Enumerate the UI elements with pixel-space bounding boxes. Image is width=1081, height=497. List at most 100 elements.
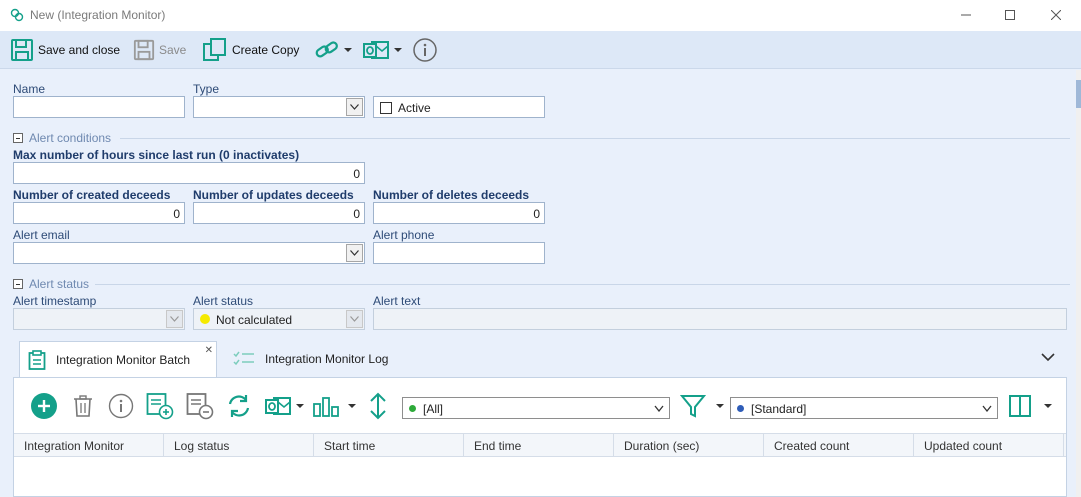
alert-status-select: Not calculated	[193, 308, 365, 330]
active-label: Active	[398, 101, 431, 115]
type-select[interactable]	[193, 96, 365, 118]
column-header[interactable]: Integration Monitor	[14, 434, 164, 456]
remove-related-button[interactable]	[186, 388, 214, 424]
checklist-icon	[233, 351, 254, 366]
title-bar: New (Integration Monitor)	[0, 0, 1081, 31]
alert-status-dropdown-button	[346, 310, 363, 328]
section-divider	[120, 138, 1070, 139]
status-dot-icon	[200, 314, 210, 324]
alert-email-dropdown-button[interactable]	[346, 244, 363, 262]
add-related-button[interactable]	[146, 388, 174, 424]
column-header[interactable]: Duration (sec)	[614, 434, 764, 456]
info-icon	[413, 38, 437, 62]
save-and-close-button[interactable]: Save and close	[10, 37, 120, 63]
created-label: Number of created deceeds	[13, 188, 171, 202]
scrollbar-thumb[interactable]	[1076, 80, 1081, 108]
info-panel-button[interactable]	[108, 388, 134, 424]
filter-button[interactable]	[680, 388, 724, 424]
create-copy-button[interactable]: Create Copy	[202, 37, 299, 63]
section-divider	[95, 284, 1070, 285]
collapse-tabs-button[interactable]	[1041, 351, 1055, 365]
create-copy-label: Create Copy	[232, 43, 300, 57]
type-label: Type	[193, 82, 220, 96]
active-field[interactable]: Active	[373, 96, 545, 118]
type-dropdown-button[interactable]	[346, 98, 363, 116]
alert-phone-label: Alert phone	[373, 228, 435, 242]
deletes-input[interactable]: 0	[373, 202, 545, 224]
column-header[interactable]: End time	[464, 434, 614, 456]
close-tab-icon[interactable]: ✕	[205, 345, 213, 356]
close-button[interactable]	[1041, 4, 1071, 26]
created-value: 0	[173, 207, 180, 221]
name-input[interactable]	[13, 96, 185, 118]
save-disabled-icon	[133, 39, 155, 61]
link-menu-button[interactable]	[314, 37, 352, 63]
column-header[interactable]: Start time	[314, 434, 464, 456]
save-and-close-label: Save and close	[38, 43, 121, 57]
main-toolbar: Save and close Save Create Copy	[0, 31, 1081, 69]
outlook-menu-button[interactable]	[362, 37, 402, 63]
alert-timestamp-label: Alert timestamp	[13, 294, 97, 308]
collapse-icon[interactable]	[13, 279, 23, 289]
save-label: Save	[159, 43, 187, 57]
close-icon	[1051, 10, 1061, 20]
column-header[interactable]: Log status	[164, 434, 314, 456]
window-title: New (Integration Monitor)	[30, 8, 166, 22]
alert-text-input	[373, 308, 1067, 330]
layout-button[interactable]	[1008, 388, 1052, 424]
outlook-icon	[363, 41, 389, 59]
alert-phone-input[interactable]	[373, 242, 545, 264]
info-icon	[108, 393, 134, 419]
minimize-button[interactable]	[951, 4, 981, 26]
column-header[interactable]: Created count	[764, 434, 914, 456]
add-icon	[31, 393, 57, 419]
vertical-scrollbar[interactable]	[1076, 70, 1081, 497]
collapse-icon[interactable]	[13, 133, 23, 143]
info-button[interactable]	[412, 37, 438, 63]
chevron-down-icon	[982, 405, 992, 412]
batch-panel: [All] [Standard] Integration Monitor Log…	[13, 377, 1067, 497]
app-icon	[10, 8, 24, 22]
created-input[interactable]: 0	[13, 202, 185, 224]
columns-icon	[1009, 395, 1031, 417]
outlook-icon	[265, 397, 291, 415]
view-select[interactable]: [Standard]	[730, 397, 998, 419]
delete-button[interactable]	[72, 388, 94, 424]
detail-tabs: Integration Monitor Batch ✕ Integration …	[13, 341, 1067, 377]
refresh-icon	[228, 395, 250, 417]
name-label: Name	[13, 82, 46, 96]
max-hours-input[interactable]: 0	[13, 162, 365, 184]
clipboard-icon	[28, 349, 46, 370]
column-header[interactable]: Updated count	[914, 434, 1064, 456]
active-checkbox[interactable]	[380, 102, 392, 114]
maximize-icon	[1005, 10, 1015, 20]
list-add-icon	[146, 393, 174, 420]
outlook-panel-button[interactable]	[264, 388, 304, 424]
layout-dropdown-caret	[1044, 404, 1052, 408]
tab-integration-monitor-log[interactable]: Integration Monitor Log	[225, 341, 388, 377]
sort-arrows-icon	[370, 392, 386, 420]
grid-header: Integration Monitor Log status Start tim…	[14, 433, 1066, 457]
alert-email-select[interactable]	[13, 242, 365, 264]
alert-status-label: Alert status	[193, 294, 254, 308]
funnel-icon	[680, 395, 706, 418]
chart-button[interactable]	[312, 388, 356, 424]
maximize-button[interactable]	[995, 4, 1025, 26]
add-button[interactable]	[30, 388, 58, 424]
refresh-button[interactable]	[226, 388, 252, 424]
save-button[interactable]: Save	[133, 37, 186, 63]
alert-text-label: Alert text	[373, 294, 421, 308]
tab-integration-monitor-batch[interactable]: Integration Monitor Batch ✕	[19, 341, 217, 377]
updates-input[interactable]: 0	[193, 202, 365, 224]
chevron-down-icon	[350, 250, 359, 256]
alert-conditions-section[interactable]: Alert conditions	[13, 131, 1073, 145]
trash-icon	[74, 395, 92, 417]
filter-dot-icon	[409, 405, 416, 412]
max-hours-label: Max number of hours since last run (0 in…	[13, 148, 300, 162]
save-icon	[11, 39, 33, 61]
filter-select[interactable]: [All]	[402, 397, 670, 419]
tab-log-label: Integration Monitor Log	[265, 352, 389, 366]
alert-status-section[interactable]: Alert status	[13, 277, 1073, 291]
outlook-dropdown-caret	[394, 48, 402, 52]
sort-button[interactable]	[368, 388, 388, 424]
